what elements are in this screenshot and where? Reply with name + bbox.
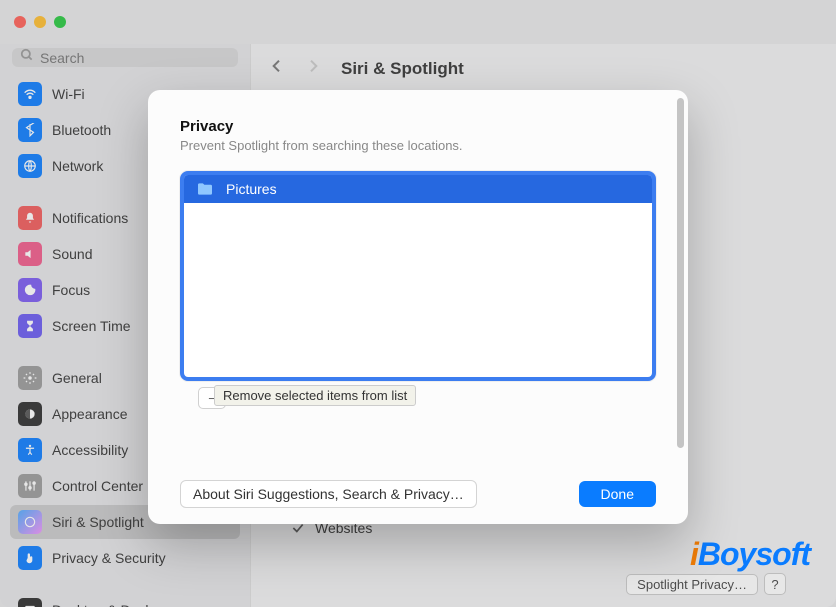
sheet-scrollbar[interactable] (677, 98, 684, 448)
remove-tooltip: Remove selected items from list (214, 385, 416, 406)
about-siri-button[interactable]: About Siri Suggestions, Search & Privacy… (180, 480, 477, 508)
done-button[interactable]: Done (579, 481, 656, 507)
privacy-locations-list[interactable]: Pictures (180, 171, 656, 381)
sheet-title: Privacy (180, 118, 656, 135)
watermark: iBoysoft (690, 536, 810, 573)
folder-icon (196, 182, 214, 196)
sheet-description: Prevent Spotlight from searching these l… (180, 138, 656, 153)
privacy-location-label: Pictures (226, 181, 277, 197)
privacy-location-item[interactable]: Pictures (184, 175, 652, 203)
privacy-sheet: Privacy Prevent Spotlight from searching… (148, 90, 688, 524)
